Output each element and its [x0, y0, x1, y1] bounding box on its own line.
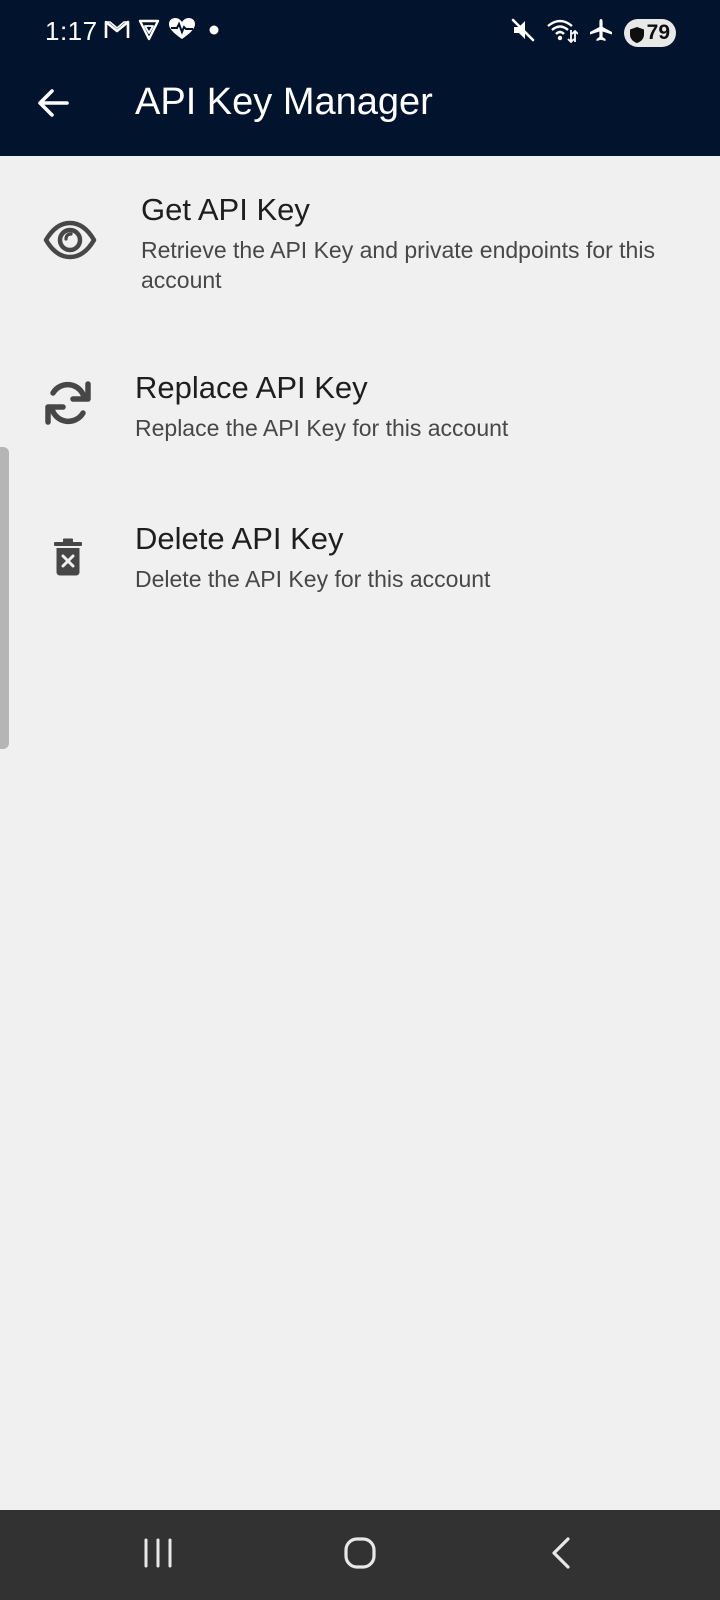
vpn-icon	[137, 17, 161, 46]
gmail-icon	[104, 18, 130, 45]
app-bar: API Key Manager	[0, 62, 720, 156]
recents-button[interactable]	[128, 1530, 188, 1580]
menu-item-title: Delete API Key	[135, 521, 344, 556]
menu-item-subtitle: Delete the API Key for this account	[135, 566, 491, 592]
menu-item-subtitle: Retrieve the API Key and private endpoin…	[141, 237, 655, 293]
menu-item-subtitle: Replace the API Key for this account	[135, 415, 509, 441]
back-icon	[547, 1536, 577, 1575]
top-app-bar: 1:17 79 API Key Manager	[0, 0, 720, 156]
airplane-icon	[588, 17, 614, 48]
refresh-icon	[40, 375, 96, 431]
status-notification-icons	[104, 17, 225, 46]
shield-icon	[629, 24, 645, 52]
mute-icon	[510, 17, 536, 48]
home-button[interactable]	[330, 1530, 390, 1580]
edge-panel-handle[interactable]	[0, 447, 9, 749]
eye-icon	[42, 215, 98, 265]
battery-indicator: 79	[624, 18, 676, 47]
system-nav-bar	[0, 1510, 720, 1600]
home-icon	[342, 1535, 378, 1576]
status-bar: 1:17 79	[0, 0, 720, 62]
menu-item-title: Get API Key	[141, 192, 310, 227]
trash-icon	[46, 533, 90, 581]
nav-back-button[interactable]	[532, 1530, 592, 1580]
battery-level: 79	[646, 20, 670, 44]
recents-icon	[141, 1537, 175, 1574]
dot-icon	[203, 18, 225, 45]
arrow-left-icon	[35, 85, 71, 126]
menu-item-replace-api-key[interactable]: Replace API Key Replace the API Key for …	[0, 355, 720, 470]
status-time: 1:17	[45, 16, 98, 46]
health-icon	[168, 17, 196, 46]
status-system-icons: 79	[510, 16, 676, 49]
wifi-icon	[546, 16, 579, 49]
menu-item-title: Replace API Key	[135, 370, 368, 405]
back-button[interactable]	[26, 78, 80, 132]
page-title: API Key Manager	[135, 81, 433, 123]
menu-item-delete-api-key[interactable]: Delete API Key Delete the API Key for th…	[0, 505, 720, 615]
menu-item-get-api-key[interactable]: Get API Key Retrieve the API Key and pri…	[0, 175, 720, 320]
